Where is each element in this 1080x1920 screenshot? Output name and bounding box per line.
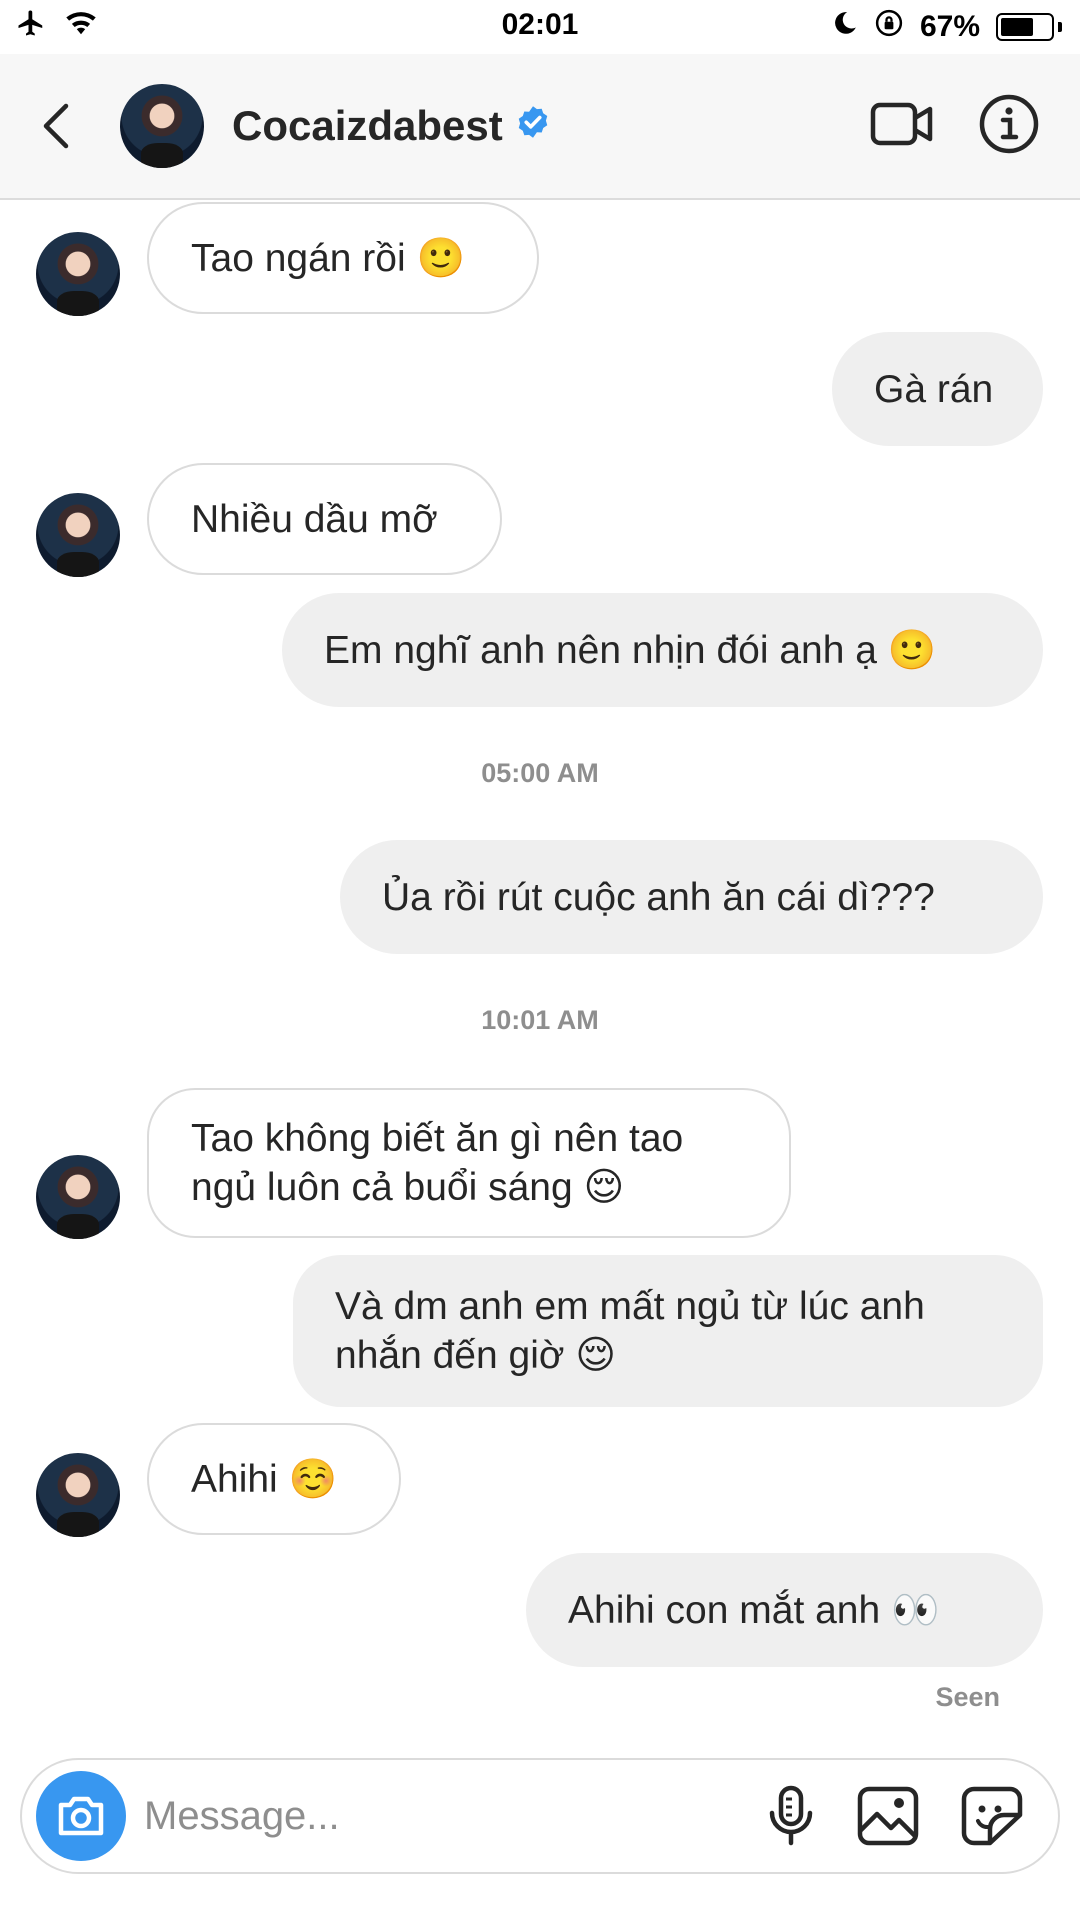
sticker-button[interactable] (960, 1785, 1024, 1847)
back-button[interactable] (40, 96, 80, 156)
message-composer (20, 1758, 1060, 1874)
info-button[interactable] (978, 93, 1040, 160)
camera-button[interactable] (36, 1771, 126, 1861)
header-user[interactable]: Cocaizdabest (232, 102, 551, 150)
info-icon (979, 94, 1039, 153)
airplane-icon (14, 8, 48, 46)
sender-avatar[interactable] (36, 1155, 120, 1239)
orientation-lock-icon (874, 8, 904, 46)
battery-fill (1001, 18, 1034, 36)
moon-icon (832, 10, 858, 44)
outgoing-message[interactable]: Ahihi con mắt anh 👀 (526, 1553, 1043, 1667)
incoming-message[interactable]: Ahihi ☺️ (147, 1423, 401, 1535)
chat-header: Cocaizdabest (0, 54, 1080, 200)
message-input[interactable] (144, 1793, 766, 1839)
voice-message-button[interactable] (766, 1785, 816, 1847)
timestamp: 10:01 AM (481, 1005, 599, 1035)
wifi-icon (64, 9, 98, 45)
dm-screen: 02:01 67% Cocaizdabest Tao ngán rồi 🙂 Gà… (0, 0, 1080, 1920)
gallery-button[interactable] (856, 1785, 920, 1847)
status-bar: 02:01 67% (0, 0, 1080, 54)
video-call-button[interactable] (870, 100, 934, 153)
timestamp: 05:00 AM (481, 758, 599, 788)
username: Cocaizdabest (232, 102, 503, 149)
battery-percent: 67% (919, 10, 980, 43)
video-camera-icon (870, 102, 933, 145)
verified-badge-icon (515, 102, 551, 150)
camera-icon (58, 1796, 104, 1836)
outgoing-message[interactable]: Và dm anh em mất ngủ từ lúc anh nhắn đến… (293, 1255, 1043, 1407)
battery-icon (996, 13, 1062, 41)
outgoing-message[interactable]: Gà rán (832, 332, 1043, 446)
outgoing-message[interactable]: Ủa rồi rút cuộc anh ăn cái dì??? (340, 840, 1043, 954)
microphone-icon (769, 1785, 813, 1846)
incoming-message[interactable]: Nhiều dầu mỡ (147, 463, 502, 575)
sender-avatar[interactable] (36, 493, 120, 577)
outgoing-message[interactable]: Em nghĩ anh nên nhịn đói anh ạ 🙂 (282, 593, 1043, 707)
seen-status: Seen (935, 1682, 1000, 1712)
image-icon (857, 1786, 919, 1846)
incoming-message[interactable]: Tao không biết ăn gì nên tao ngủ luôn cả… (147, 1088, 791, 1238)
sender-avatar[interactable] (36, 232, 120, 316)
message-list[interactable]: Tao ngán rồi 🙂 Gà rán Nhiều dầu mỡ Em ng… (0, 200, 1080, 1755)
incoming-message[interactable]: Tao ngán rồi 🙂 (147, 202, 539, 314)
chevron-left-icon (43, 103, 69, 149)
sticker-icon (961, 1786, 1023, 1846)
header-avatar[interactable] (120, 84, 204, 168)
sender-avatar[interactable] (36, 1453, 120, 1537)
